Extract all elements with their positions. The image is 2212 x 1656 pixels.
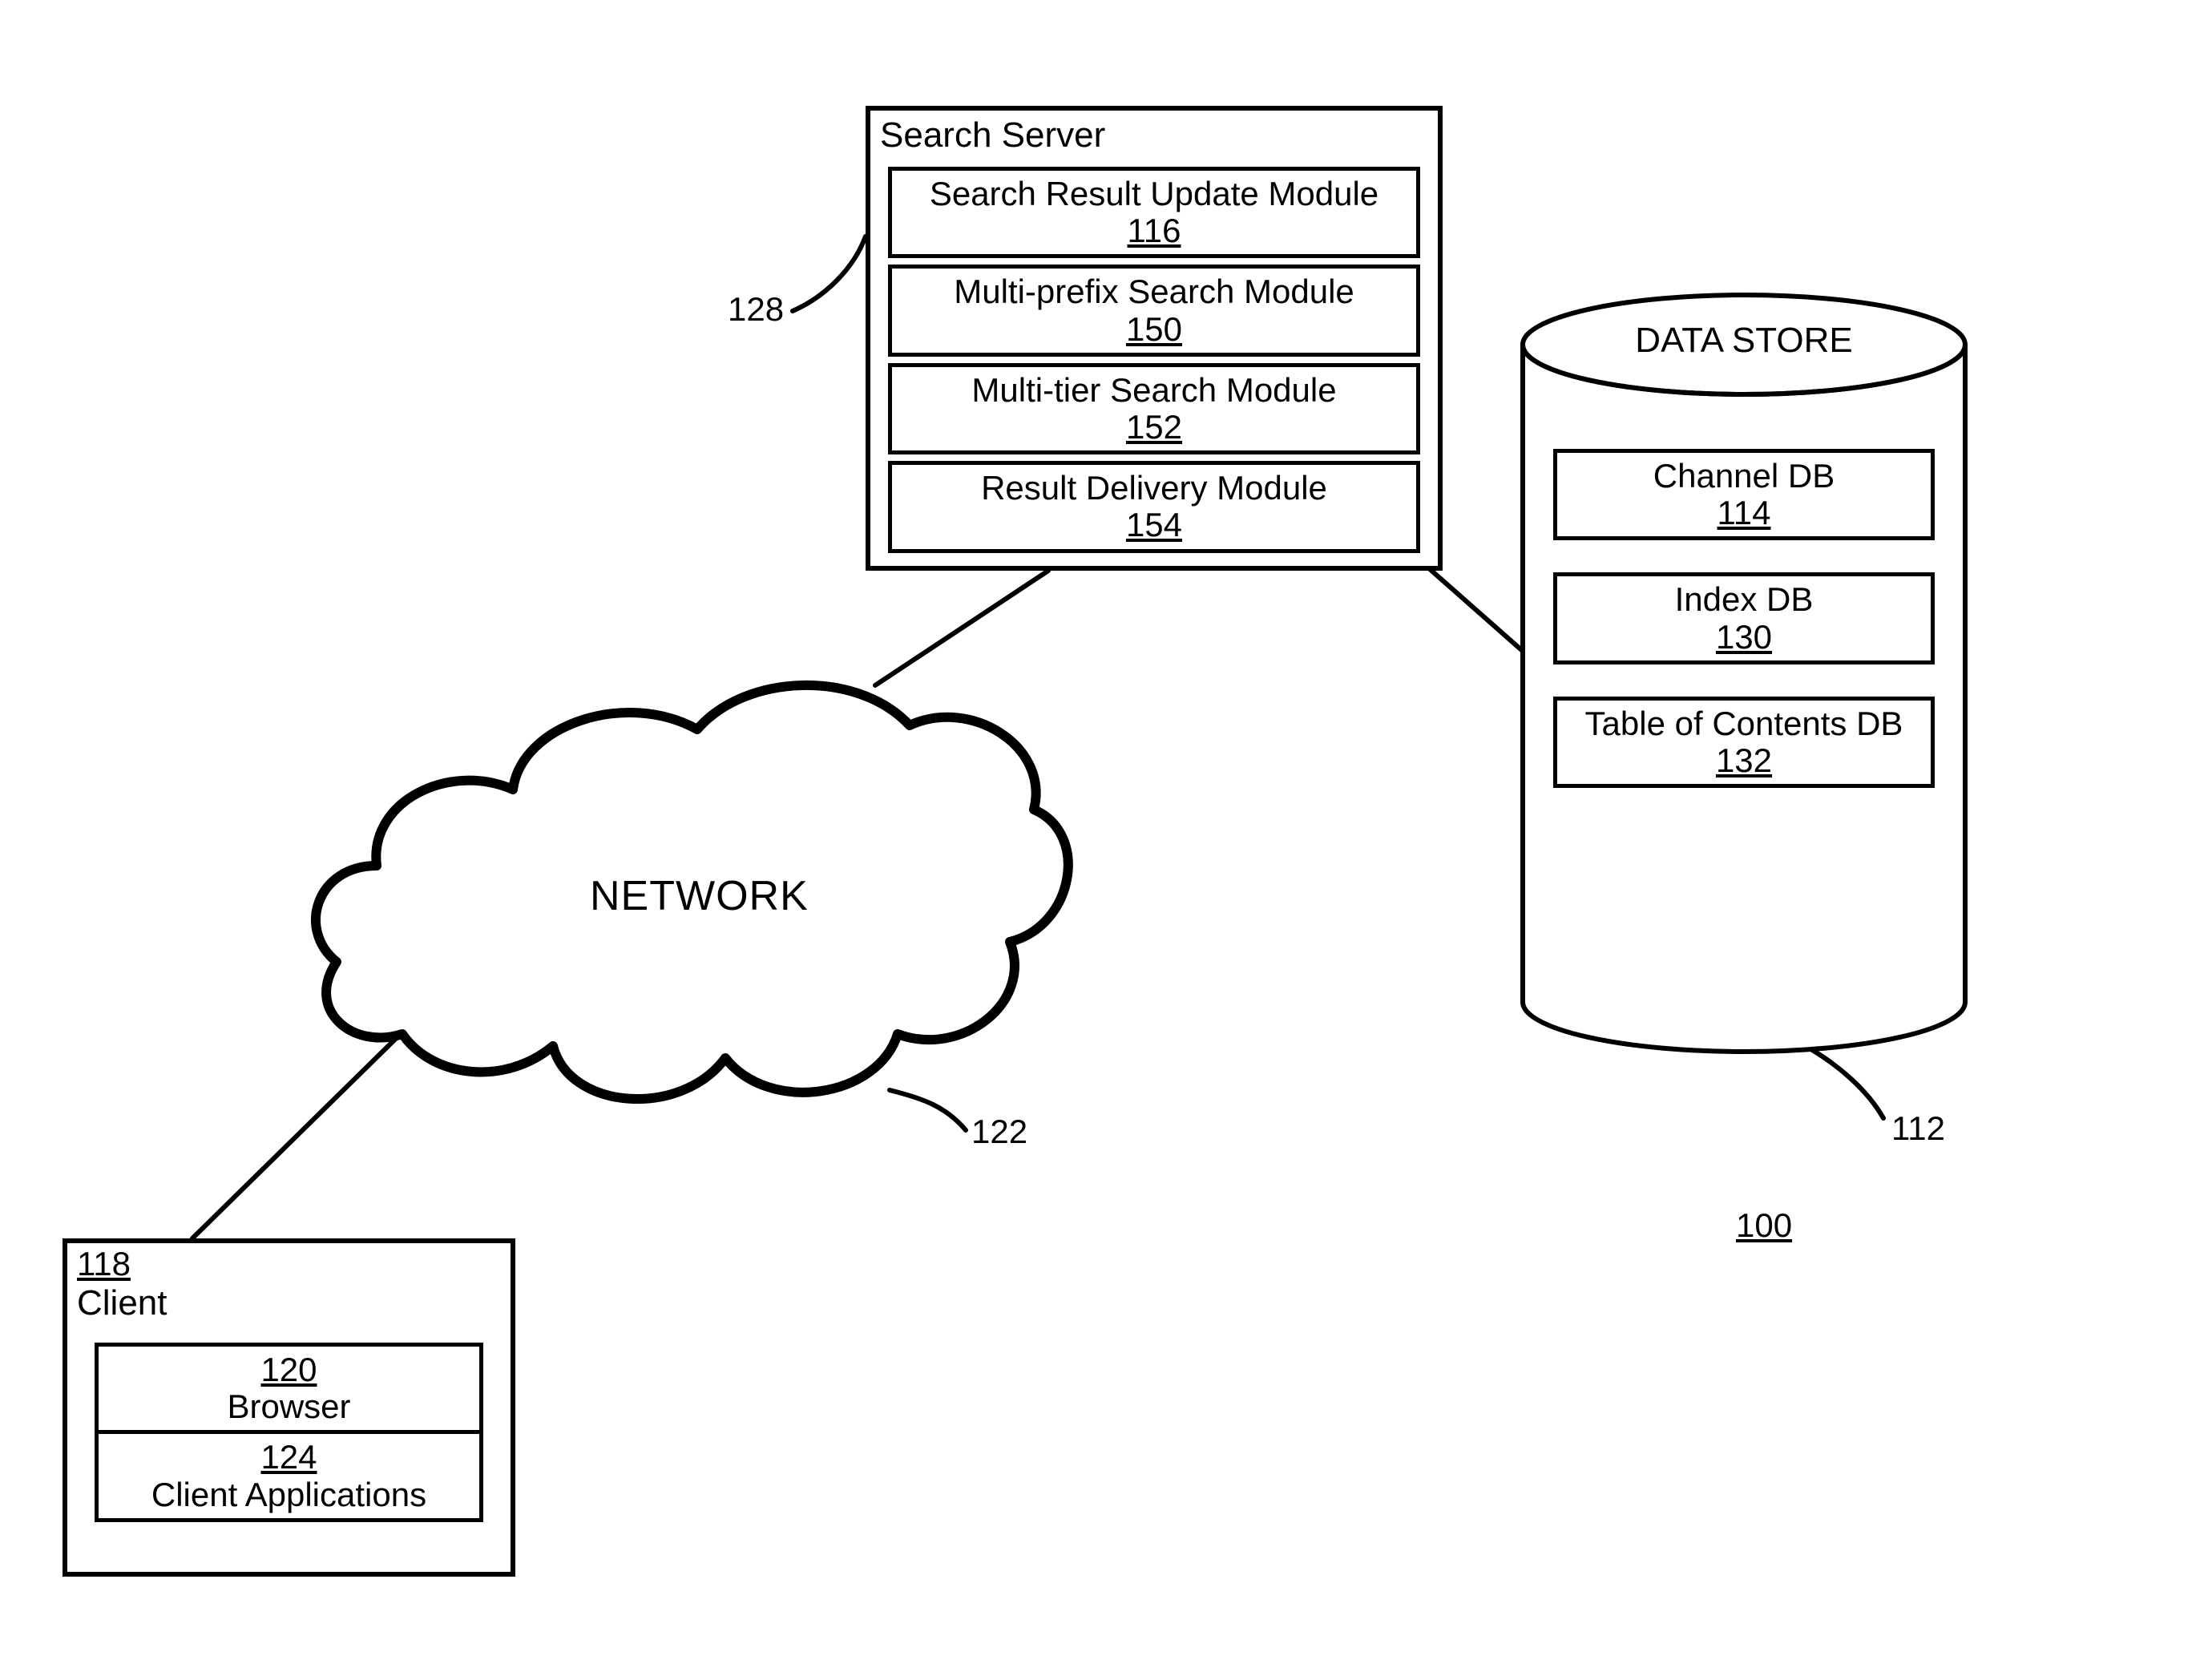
search-server-module: Multi-prefix Search Module 150	[888, 265, 1420, 356]
module-ref: 154	[892, 507, 1416, 543]
client-item-ref: 124	[99, 1439, 479, 1476]
data-store-item: Table of Contents DB 132	[1553, 697, 1935, 788]
diagram-canvas: DATA STORE Channel DB 114 Index DB 130 T…	[0, 0, 2212, 1656]
client-item-ref: 120	[99, 1351, 479, 1388]
search-server-module: Search Result Update Module 116	[888, 167, 1420, 258]
search-server-box: Search Server Search Result Update Modul…	[866, 106, 1443, 571]
client-item-title: Browser	[99, 1388, 479, 1425]
module-ref: 150	[892, 311, 1416, 348]
client-box: 118 Client 120 Browser 124 Client Applic…	[63, 1238, 515, 1577]
network-ref-label: 122	[971, 1113, 1027, 1151]
data-store-item-title: Index DB	[1557, 581, 1931, 618]
data-store-ref-label: 112	[1891, 1109, 1945, 1148]
client-title: Client	[67, 1283, 511, 1328]
module-title: Result Delivery Module	[892, 470, 1416, 507]
search-server-ref-label: 128	[728, 290, 784, 329]
client-item: 120 Browser	[95, 1343, 483, 1434]
data-store-item-title: Table of Contents DB	[1557, 705, 1931, 742]
data-store-item: Channel DB 114	[1553, 449, 1935, 540]
search-server-module: Result Delivery Module 154	[888, 461, 1420, 552]
search-server-title: Search Server	[870, 111, 1438, 160]
client-item-title: Client Applications	[99, 1476, 479, 1513]
network-label: NETWORK	[590, 872, 809, 920]
search-server-module: Multi-tier Search Module 152	[888, 363, 1420, 454]
data-store-items: Channel DB 114 Index DB 130 Table of Con…	[1553, 433, 1935, 788]
module-title: Multi-tier Search Module	[892, 372, 1416, 409]
data-store-title: DATA STORE	[1601, 321, 1887, 361]
module-title: Search Result Update Module	[892, 176, 1416, 212]
data-store-item-title: Channel DB	[1557, 458, 1931, 495]
data-store-item-ref: 130	[1557, 619, 1931, 656]
module-title: Multi-prefix Search Module	[892, 273, 1416, 310]
client-item: 124 Client Applications	[95, 1434, 483, 1521]
client-ref: 118	[67, 1243, 511, 1283]
data-store-item-ref: 132	[1557, 742, 1931, 779]
module-ref: 116	[892, 212, 1416, 249]
data-store-item-ref: 114	[1557, 495, 1931, 531]
figure-ref: 100	[1736, 1206, 1792, 1245]
module-ref: 152	[892, 409, 1416, 446]
data-store-item: Index DB 130	[1553, 572, 1935, 664]
